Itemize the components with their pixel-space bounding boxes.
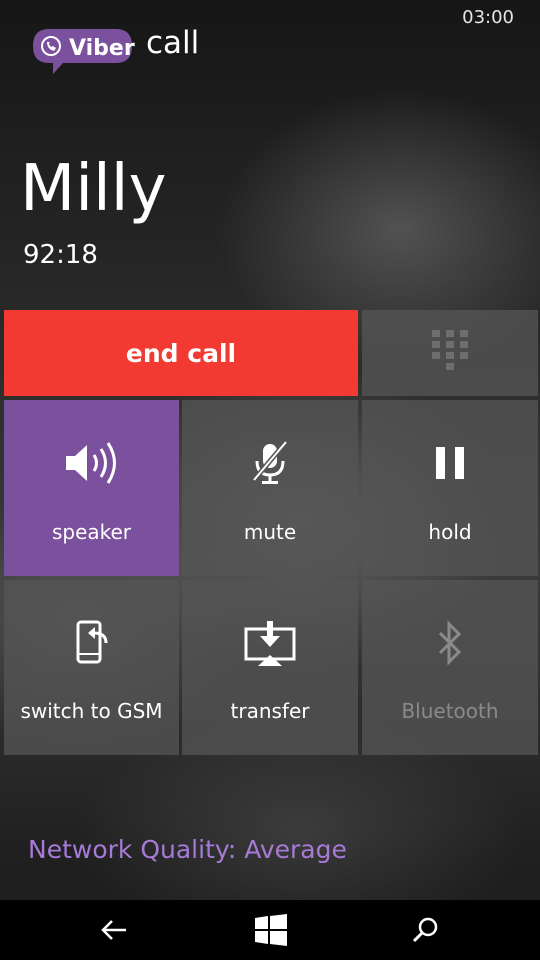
viber-logo: Viber xyxy=(31,27,135,76)
switch-to-gsm-button[interactable]: switch to GSM xyxy=(4,580,179,755)
section-title: call xyxy=(146,25,200,61)
windows-nav-bar xyxy=(0,900,540,960)
speaker-button[interactable]: speaker xyxy=(4,400,179,576)
transfer-label: transfer xyxy=(230,699,310,723)
end-call-label: end call xyxy=(125,338,237,368)
windows-icon xyxy=(255,914,287,946)
speaker-label: speaker xyxy=(51,520,132,544)
back-button[interactable] xyxy=(92,910,136,950)
call-duration: 92:18 xyxy=(23,240,98,270)
transfer-icon xyxy=(244,621,296,666)
pause-icon xyxy=(436,447,464,479)
search-icon xyxy=(412,917,438,943)
caller-name: Milly xyxy=(20,152,167,226)
keypad-icon xyxy=(432,330,468,370)
network-quality-status: Network Quality: Average xyxy=(28,835,347,864)
phone-switch-icon xyxy=(76,620,107,664)
switch-to-gsm-label: switch to GSM xyxy=(20,699,163,723)
transfer-button[interactable]: transfer xyxy=(182,580,358,755)
hold-label: hold xyxy=(428,520,472,544)
mute-label: mute xyxy=(243,520,297,544)
bluetooth-label: Bluetooth xyxy=(401,699,499,723)
search-button[interactable] xyxy=(404,910,448,950)
status-time: 03:00 xyxy=(462,7,514,28)
call-screen: 03:00 Viber call Milly 92:18 end call sp… xyxy=(0,0,540,960)
end-call-button[interactable]: end call xyxy=(4,310,358,396)
bluetooth-button[interactable]: Bluetooth xyxy=(362,580,538,755)
start-button[interactable] xyxy=(249,910,293,950)
viber-logo-text: Viber xyxy=(69,36,135,61)
hold-button[interactable]: hold xyxy=(362,400,538,576)
keypad-button[interactable] xyxy=(362,310,538,396)
mute-button[interactable]: mute xyxy=(182,400,358,576)
bluetooth-icon xyxy=(438,620,462,666)
mic-off-icon xyxy=(252,440,288,484)
speaker-icon xyxy=(65,442,116,484)
back-arrow-icon xyxy=(101,920,126,940)
